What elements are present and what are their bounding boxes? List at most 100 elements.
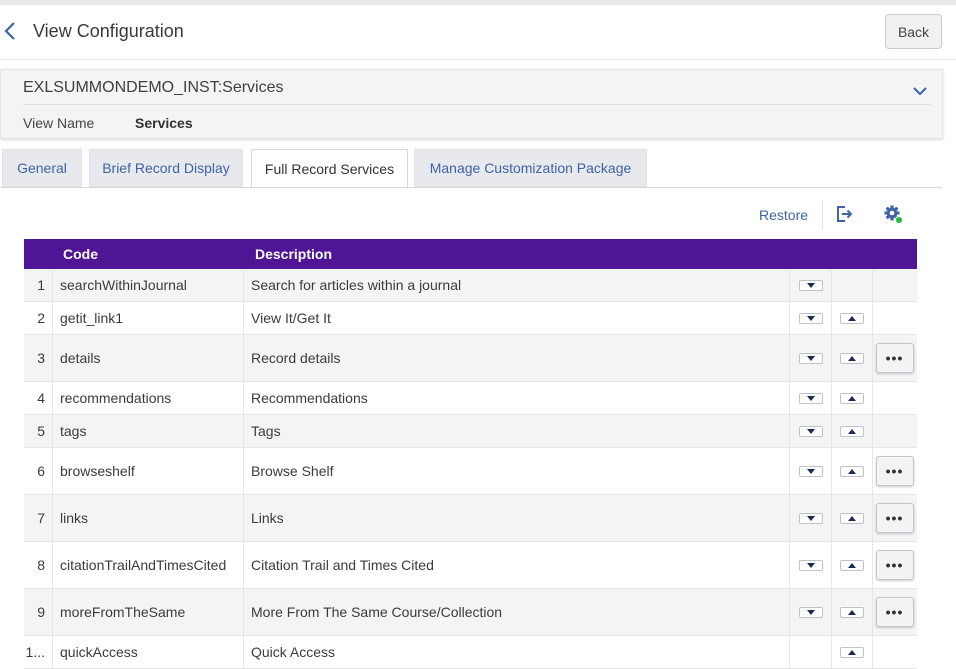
row-code: quickAccess [53, 636, 244, 668]
move-down-cell [790, 382, 832, 414]
row-description: Record details [244, 335, 790, 381]
back-button[interactable]: Back [885, 14, 942, 49]
row-actions-cell [872, 636, 917, 668]
caret-up-icon [847, 609, 856, 615]
view-info-panel: EXLSUMMONDEMO_INST:Services View Name Se… [0, 69, 943, 139]
move-down-button[interactable] [798, 425, 823, 437]
chevron-left-icon[interactable] [3, 19, 17, 43]
row-actions-button[interactable]: ••• [875, 343, 914, 373]
move-down-button[interactable] [798, 465, 823, 477]
move-down-button[interactable] [798, 392, 823, 404]
move-down-cell [790, 495, 832, 541]
row-actions-button[interactable]: ••• [875, 597, 914, 627]
row-actions-button[interactable]: ••• [875, 503, 914, 533]
move-up-cell [831, 636, 873, 668]
move-up-button[interactable] [839, 606, 864, 618]
caret-down-icon [806, 468, 815, 474]
row-number: 9 [24, 589, 53, 635]
row-number: 3 [24, 335, 53, 381]
row-description: View It/Get It [244, 302, 790, 334]
row-actions-cell [872, 382, 917, 414]
caret-down-icon [806, 315, 815, 321]
row-code: recommendations [53, 382, 244, 414]
tab-manage-customization-package[interactable]: Manage Customization Package [414, 149, 647, 187]
tabs-divider [0, 187, 942, 188]
move-up-cell [831, 269, 873, 301]
move-up-button[interactable] [839, 312, 864, 324]
row-actions-cell: ••• [872, 589, 917, 635]
move-down-cell [790, 302, 832, 334]
move-down-button[interactable] [798, 512, 823, 524]
move-up-button[interactable] [839, 559, 864, 571]
move-up-button[interactable] [839, 352, 864, 364]
move-up-button[interactable] [839, 425, 864, 437]
row-number: 1 [24, 269, 53, 301]
row-description: Links [244, 495, 790, 541]
row-code: tags [53, 415, 244, 447]
row-description: Quick Access [244, 636, 790, 668]
caret-down-icon [806, 562, 815, 568]
row-actions-cell [872, 415, 917, 447]
row-number: 6 [24, 448, 53, 494]
move-down-button[interactable] [798, 559, 823, 571]
move-up-cell [831, 448, 873, 494]
divider [23, 104, 931, 105]
move-up-button[interactable] [839, 512, 864, 524]
move-down-button[interactable] [798, 312, 823, 324]
table-row: 2 getit_link1 View It/Get It [24, 302, 917, 335]
move-down-button[interactable] [798, 606, 823, 618]
caret-down-icon [806, 395, 815, 401]
export-icon[interactable] [835, 205, 853, 223]
move-up-button[interactable] [839, 646, 864, 658]
caret-up-icon [847, 562, 856, 568]
services-table: Code Description 1 searchWithinJournal Sea… [24, 239, 917, 669]
tab-general[interactable]: General [2, 149, 82, 187]
move-down-cell [790, 636, 832, 668]
chevron-down-icon[interactable] [912, 85, 928, 97]
row-number: 4 [24, 382, 53, 414]
row-actions-button[interactable]: ••• [875, 456, 914, 486]
view-name-label: View Name [23, 115, 95, 131]
row-actions-button[interactable]: ••• [875, 550, 914, 580]
caret-up-icon [847, 649, 856, 655]
tab-brief-record-display[interactable]: Brief Record Display [89, 149, 243, 187]
caret-up-icon [847, 515, 856, 521]
caret-down-icon [806, 428, 815, 434]
move-up-button[interactable] [839, 392, 864, 404]
move-down-cell [790, 415, 832, 447]
table-row: 8 citationTrailAndTimesCited Citation Trai… [24, 542, 917, 589]
caret-up-icon [847, 468, 856, 474]
table-header: Code Description [24, 239, 917, 269]
row-actions-cell [872, 302, 917, 334]
gear-icon[interactable] [884, 205, 904, 225]
table-row: 3 details Record details ••• [24, 335, 917, 382]
caret-up-icon [847, 315, 856, 321]
move-up-cell [831, 542, 873, 588]
row-description: Search for articles within a journal [244, 269, 790, 301]
caret-down-icon [806, 609, 815, 615]
table-row: 9 moreFromTheSame More From The Same Cours… [24, 589, 917, 636]
row-code: links [53, 495, 244, 541]
table-row: 5 tags Tags [24, 415, 917, 448]
row-actions-cell [872, 269, 917, 301]
restore-link[interactable]: Restore [759, 207, 808, 223]
move-down-cell [790, 542, 832, 588]
row-code: details [53, 335, 244, 381]
row-description: Recommendations [244, 382, 790, 414]
view-code-title: EXLSUMMONDEMO_INST:Services [23, 79, 284, 96]
move-down-cell [790, 335, 832, 381]
row-code: moreFromTheSame [53, 589, 244, 635]
row-actions-cell: ••• [872, 495, 917, 541]
move-down-button[interactable] [798, 352, 823, 364]
move-down-button[interactable] [798, 279, 823, 291]
tab-full-record-services[interactable]: Full Record Services [251, 149, 408, 189]
row-number: 1... [24, 636, 53, 668]
page-header: View Configuration Back [0, 5, 956, 60]
row-number: 2 [24, 302, 53, 334]
move-up-cell [831, 415, 873, 447]
table-row: 1... quickAccess Quick Access [24, 636, 917, 669]
row-number: 8 [24, 542, 53, 588]
table-row: 1 searchWithinJournal Search for articles … [24, 269, 917, 302]
move-up-button[interactable] [839, 465, 864, 477]
row-description: Browse Shelf [244, 448, 790, 494]
